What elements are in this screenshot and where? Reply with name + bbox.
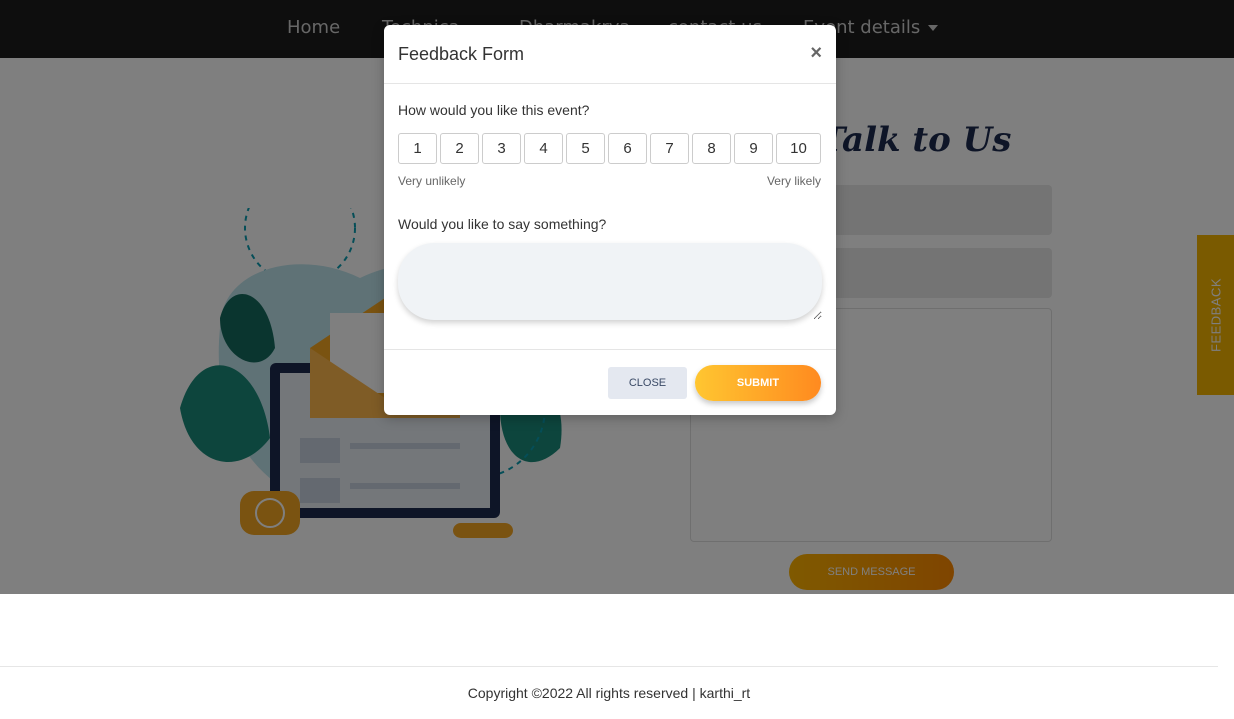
comment-textarea[interactable] xyxy=(398,243,822,320)
modal-header: Feedback Form × xyxy=(384,25,836,84)
close-button[interactable]: CLOSE xyxy=(608,367,687,399)
rating-option-5[interactable]: 5 xyxy=(566,133,605,164)
footer-divider xyxy=(0,666,1218,667)
rating-option-7[interactable]: 7 xyxy=(650,133,689,164)
footer-copyright: Copyright ©2022 All rights reserved | ka… xyxy=(467,685,751,701)
rating-option-9[interactable]: 9 xyxy=(734,133,773,164)
rating-option-2[interactable]: 2 xyxy=(440,133,479,164)
close-icon[interactable]: × xyxy=(810,42,822,64)
rating-option-4[interactable]: 4 xyxy=(524,133,563,164)
rating-option-3[interactable]: 3 xyxy=(482,133,521,164)
rating-option-1[interactable]: 1 xyxy=(398,133,437,164)
scale-high-label: Very likely xyxy=(766,174,821,188)
rating-scale: 1 2 3 4 5 6 7 8 9 10 xyxy=(398,133,821,164)
feedback-modal: Feedback Form × How would you like this … xyxy=(384,25,836,415)
rating-option-8[interactable]: 8 xyxy=(692,133,731,164)
rating-question: How would you like this event? xyxy=(398,102,590,118)
modal-footer-divider xyxy=(384,349,836,350)
rating-option-6[interactable]: 6 xyxy=(608,133,647,164)
comment-question: Would you like to say something? xyxy=(398,216,607,232)
submit-button[interactable]: SUBMIT xyxy=(695,365,821,401)
modal-title: Feedback Form xyxy=(398,44,525,64)
rating-option-10[interactable]: 10 xyxy=(776,133,821,164)
scale-low-label: Very unlikely xyxy=(398,174,466,188)
